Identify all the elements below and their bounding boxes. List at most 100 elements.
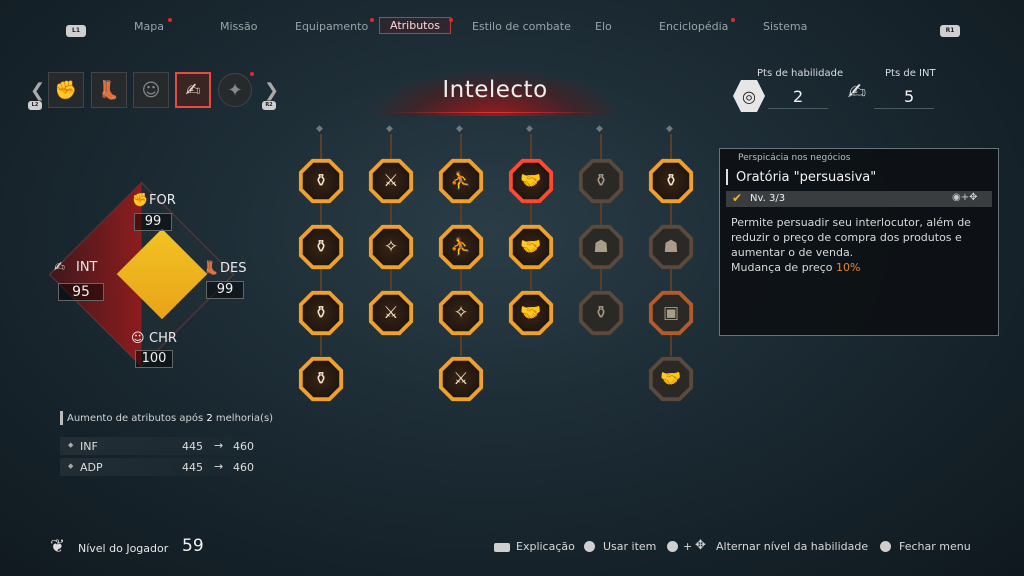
cross-button-icon[interactable] xyxy=(584,541,595,552)
player-emblem-icon: ❦ xyxy=(50,536,66,557)
notification-dot xyxy=(449,18,453,22)
skill-points-value: 2 xyxy=(793,87,804,106)
skill-node-bottle[interactable]: ⚱ xyxy=(648,158,694,204)
check-icon: ✔ xyxy=(732,191,743,205)
top-navigation: L1 Mapa Missão Equipamento Atributos Est… xyxy=(0,0,1024,40)
skill-node-bottle[interactable]: ⚱ xyxy=(298,224,344,270)
hint-alternar-nivel[interactable]: Alternar nível da habilidade xyxy=(716,540,868,553)
skill-node-fighter[interactable]: ⛹ xyxy=(438,158,484,204)
skill-node-sword-stars[interactable]: ✧ xyxy=(368,224,414,270)
circle-button-icon[interactable] xyxy=(880,541,891,552)
chevron-left-icon[interactable]: ❮ xyxy=(30,80,45,101)
diamond-bullet-icon: ◆ xyxy=(68,441,74,449)
divider xyxy=(874,108,934,109)
fist-icon[interactable]: ✊ xyxy=(48,72,84,108)
skill-node-bottle[interactable]: ⚱ xyxy=(578,290,624,336)
skill-node-handshake[interactable]: 🤝 xyxy=(648,356,694,402)
diamond-bullet-icon: ◆ xyxy=(68,462,74,470)
skill-node-bottle[interactable]: ⚱ xyxy=(298,356,344,402)
intellect-icon[interactable]: ✍ xyxy=(175,72,211,108)
tab-missao[interactable]: Missão xyxy=(220,20,257,33)
title-banner: Intelecto xyxy=(370,70,620,116)
hint-fechar-menu[interactable]: Fechar menu xyxy=(899,540,971,553)
increase-title-before: Aumento de atributos após xyxy=(67,413,207,424)
tab-sistema[interactable]: Sistema xyxy=(763,20,807,33)
int-points-label: Pts de INT xyxy=(885,68,936,79)
skill-node-bottle[interactable]: ⚱ xyxy=(298,290,344,336)
level-bar: ✔ Nv. 3/3 ◉+✥ xyxy=(726,191,992,207)
des-value: 99 xyxy=(206,281,244,299)
skill-node-handshake[interactable]: 🤝 xyxy=(508,224,554,270)
skill-node-sword[interactable]: ⚔ xyxy=(438,356,484,402)
player-level-label: Nível do Jogador xyxy=(78,542,169,555)
skill-category: Perspicácia nos negócios xyxy=(738,153,851,163)
skill-tree: ◆ ◆ ◆ ◆ ◆ ◆ ⚱ ⚔ ⛹ 🤝 ⚱ ⚱ ⚱ ✧ ⛹ 🤝 ☗ ☗ ⚱ ⚔ ✧ 🤝 ⚱ ▣ ⚱ ⚔ 🤝 xyxy=(290,120,710,420)
skill-node-sword-stars[interactable]: ✧ xyxy=(438,290,484,336)
player-level-value: 59 xyxy=(182,536,204,556)
skill-node-group[interactable]: ☗ xyxy=(648,224,694,270)
section-marker xyxy=(726,169,728,185)
row-from: 445 xyxy=(182,440,203,453)
chevron-right-icon[interactable]: ❯ xyxy=(264,80,279,101)
row-name: ADP xyxy=(80,461,103,474)
tab-mapa[interactable]: Mapa xyxy=(134,20,164,33)
r1-button-hint[interactable]: R1 xyxy=(940,25,960,37)
section-marker xyxy=(60,411,63,425)
notification-dot xyxy=(731,18,735,22)
skill-node-bottle[interactable]: ⚱ xyxy=(578,158,624,204)
column-marker-icon: ◆ xyxy=(526,124,533,134)
strength-icon: ✊ xyxy=(132,193,149,208)
skill-points-label: Pts de habilidade xyxy=(757,68,844,79)
charisma-small-icon: ☺ xyxy=(131,331,145,346)
effect-label: Mudança de preço xyxy=(731,261,836,274)
notification-dot xyxy=(250,72,254,76)
circle-dpad-icon: ◉+✥ xyxy=(952,192,978,203)
skill-node-group[interactable]: ☗ xyxy=(578,224,624,270)
r2-button-hint[interactable]: R2 xyxy=(262,101,276,110)
skill-node-box[interactable]: ▣ xyxy=(648,290,694,336)
skill-node-sword[interactable]: ⚔ xyxy=(368,158,414,204)
tab-elo[interactable]: Elo xyxy=(595,20,612,33)
l1-button-hint[interactable]: L1 xyxy=(66,25,86,37)
hint-usar-item[interactable]: Usar item xyxy=(603,540,656,553)
arrow: → xyxy=(214,439,224,452)
eagle-icon[interactable]: ✦ xyxy=(218,73,252,107)
row-name: INF xyxy=(80,440,98,453)
table-row: ◆ ADP 445 → 460 xyxy=(60,458,260,476)
chr-label: CHR xyxy=(149,331,177,346)
skill-node-handshake[interactable]: 🤝 xyxy=(508,158,554,204)
circle-button-icon[interactable] xyxy=(667,541,678,552)
increase-title-after: melhoria(s) xyxy=(212,413,274,424)
tab-atributos[interactable]: Atributos xyxy=(379,17,451,34)
skill-info-panel: Perspicácia nos negócios Oratória "persu… xyxy=(719,148,999,336)
tab-enciclopedia[interactable]: Enciclopédia xyxy=(659,20,728,33)
skill-node-bottle[interactable]: ⚱ xyxy=(298,158,344,204)
charisma-icon[interactable]: ☺ xyxy=(133,72,169,108)
effect-line: Mudança de preço 10% xyxy=(731,260,971,275)
column-marker-icon: ◆ xyxy=(316,124,323,134)
arrow: → xyxy=(214,460,224,473)
effect-value: 10% xyxy=(836,261,861,274)
tab-equipamento[interactable]: Equipamento xyxy=(295,20,368,33)
title-underline xyxy=(390,112,600,113)
boot-icon[interactable]: 👢 xyxy=(91,72,127,108)
int-value: 95 xyxy=(58,283,104,301)
int-label: INT xyxy=(76,260,98,275)
dpad-icon[interactable]: ✥ xyxy=(695,538,706,553)
description-line: reduzir o preço de compra dos produtos e xyxy=(731,231,962,244)
hint-explicacao[interactable]: Explicação xyxy=(516,540,575,553)
plus-sign: + xyxy=(683,540,693,553)
int-points-value: 5 xyxy=(904,87,915,106)
tab-estilo-de-combate[interactable]: Estilo de combate xyxy=(472,20,571,33)
for-label: FOR xyxy=(149,193,176,208)
skill-node-fighter[interactable]: ⛹ xyxy=(438,224,484,270)
intellect-small-icon: ✍ xyxy=(54,260,65,275)
dexterity-icon: 👢 xyxy=(203,261,220,276)
notification-dot xyxy=(168,18,172,22)
skill-node-handshake[interactable]: 🤝 xyxy=(508,290,554,336)
touchpad-icon[interactable] xyxy=(494,543,510,552)
notification-dot xyxy=(370,18,374,22)
skill-name: Oratória "persuasiva" xyxy=(736,170,877,185)
l2-button-hint[interactable]: L2 xyxy=(28,101,42,110)
skill-node-sword[interactable]: ⚔ xyxy=(368,290,414,336)
